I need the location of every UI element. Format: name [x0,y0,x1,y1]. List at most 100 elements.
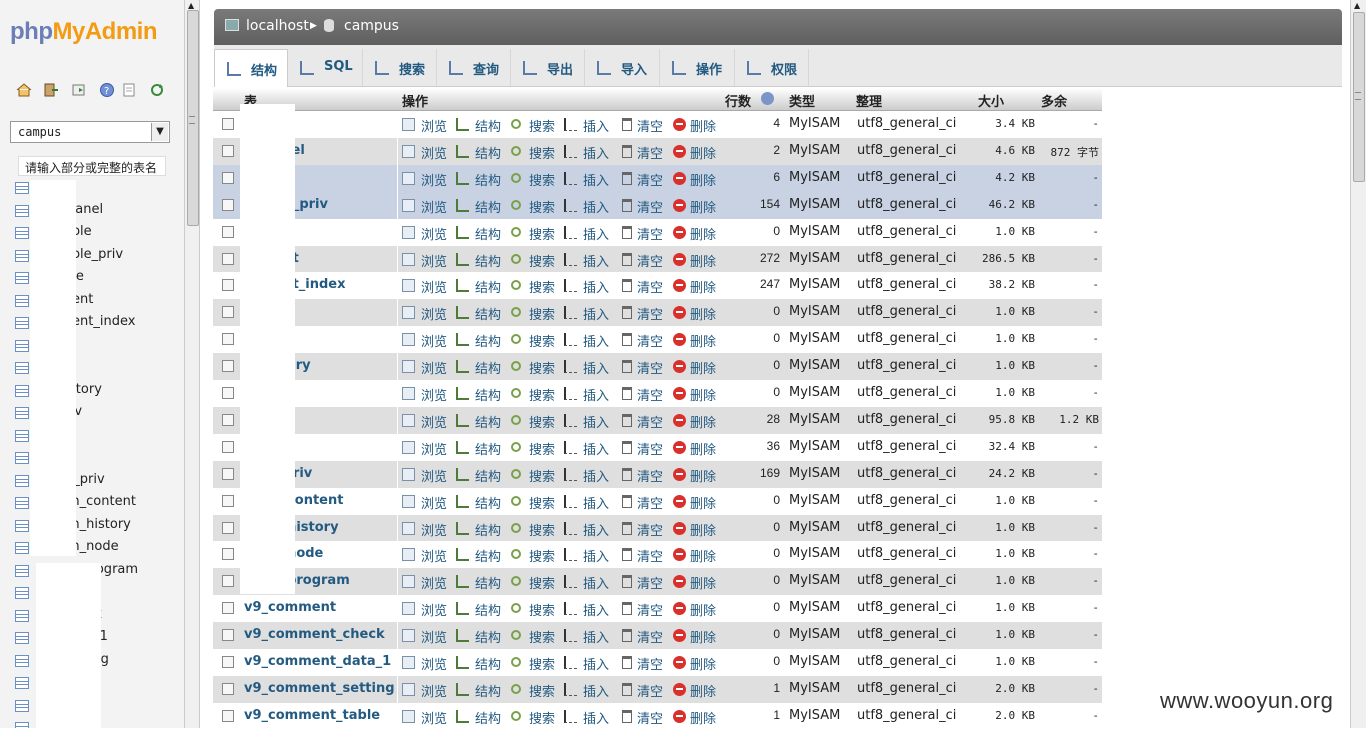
empty-icon[interactable] [622,387,632,400]
insert-icon[interactable] [564,575,577,589]
empty-icon[interactable] [622,682,632,696]
insert-icon[interactable] [564,467,577,481]
insert-action[interactable]: 插入 [583,600,609,619]
drop-action[interactable]: 删除 [690,573,716,592]
row-checkbox[interactable] [222,171,234,184]
search-icon[interactable] [511,253,521,264]
browse-icon[interactable] [402,440,415,454]
structure-icon[interactable] [456,252,469,266]
table-row[interactable]: chment_index浏览结构搜索插入清空删除247MyISAMutf8_ge… [213,272,1102,300]
drop-icon[interactable] [673,279,686,293]
empty-action[interactable]: 清空 [637,170,663,189]
browse-action[interactable]: 浏览 [421,708,447,727]
structure-icon[interactable] [456,118,469,131]
row-checkbox[interactable] [222,494,234,507]
browse-icon[interactable] [402,360,415,374]
database-select[interactable]: campus ▼ [10,121,170,143]
search-icon[interactable] [511,172,521,183]
browse-icon[interactable] [402,548,415,562]
table-icon[interactable] [15,542,29,554]
drop-action[interactable]: 删除 [690,197,716,216]
scroll-up-arrow-icon[interactable]: ▲ [1354,1,1360,10]
drop-icon[interactable] [673,709,686,723]
drop-action[interactable]: 删除 [690,304,716,323]
empty-action[interactable]: 清空 [637,573,663,592]
drop-icon[interactable] [673,387,686,400]
drop-icon[interactable] [673,521,686,535]
table-icon[interactable] [15,227,29,239]
browse-icon[interactable] [402,306,415,320]
drop-icon[interactable] [673,467,686,481]
search-action[interactable]: 搜索 [529,277,555,296]
structure-icon[interactable] [456,656,469,669]
structure-action[interactable]: 结构 [475,600,501,619]
table-row[interactable]: k_history浏览结构搜索插入清空删除0MyISAMutf8_general… [213,353,1102,381]
structure-icon[interactable] [456,548,469,562]
insert-action[interactable]: 插入 [583,520,609,539]
table-icon[interactable] [15,654,29,667]
empty-action[interactable]: 清空 [637,331,663,350]
table-name-link[interactable]: v9_comment_table [244,708,380,723]
nav-table-item[interactable]: nounce [0,268,184,290]
table-icon[interactable] [15,497,29,509]
structure-action[interactable]: 结构 [475,197,501,216]
row-checkbox[interactable] [222,575,234,588]
table-name-link[interactable]: v9_comment_setting [244,681,395,696]
search-icon[interactable] [511,630,521,641]
table-row[interactable]: chment浏览结构搜索插入清空删除272MyISAMutf8_general_… [213,245,1102,273]
row-checkbox[interactable] [222,252,234,265]
drop-action[interactable]: 删除 [690,358,716,377]
empty-action[interactable]: 清空 [637,708,663,727]
search-icon[interactable] [511,576,521,587]
table-size[interactable]: 1.0 KB [963,547,1035,560]
search-action[interactable]: 搜索 [529,493,555,512]
table-icon[interactable] [15,204,29,217]
browse-action[interactable]: 浏览 [421,546,447,565]
browse-icon[interactable] [402,118,415,131]
table-name-link[interactable]: v9_comment_data_1 [244,654,391,669]
nav-table-item[interactable]: lection_node [0,538,184,560]
structure-action[interactable]: 结构 [475,143,501,162]
browse-icon[interactable] [402,171,415,185]
table-size[interactable]: 1.0 KB [963,521,1035,534]
search-action[interactable]: 搜索 [529,627,555,646]
insert-icon[interactable] [564,225,577,239]
insert-action[interactable]: 插入 [583,385,609,404]
drop-action[interactable]: 删除 [690,466,716,485]
empty-icon[interactable] [622,629,632,643]
browse-icon[interactable] [402,494,415,508]
drop-icon[interactable] [673,252,686,266]
drop-icon[interactable] [673,144,686,158]
browse-icon[interactable] [402,225,415,239]
table-icon[interactable] [15,632,29,644]
table-size[interactable]: 2.0 KB [963,709,1035,722]
table-name-link[interactable]: v9_comment_check [244,627,385,642]
insert-icon[interactable] [564,118,577,131]
browse-icon[interactable] [402,279,415,293]
table-size[interactable]: 1.0 KB [963,225,1035,238]
table-row[interactable]: in_panel浏览结构搜索插入清空删除2MyISAMutf8_general_… [213,137,1102,165]
table-row[interactable]: in浏览结构搜索插入清空删除4MyISAMutf8_general_ci3.4 … [213,111,1102,138]
search-action[interactable]: 搜索 [529,546,555,565]
insert-icon[interactable] [564,709,577,723]
nav-table-item[interactable]: ck_priv [0,403,184,425]
search-icon[interactable] [511,280,521,291]
search-action[interactable]: 搜索 [529,412,555,431]
nav-table-item[interactable]: dword [0,336,184,358]
row-checkbox[interactable] [222,629,234,642]
insert-action[interactable]: 插入 [583,116,609,135]
drop-icon[interactable] [673,198,686,212]
table-row[interactable]: in_role浏览结构搜索插入清空删除6MyISAMutf8_general_c… [213,164,1102,192]
col-overhead-header[interactable]: 多余 [1041,91,1067,110]
tab-7[interactable]: 操作 [660,49,735,86]
row-checkbox[interactable] [222,548,234,561]
drop-action[interactable]: 删除 [690,627,716,646]
drop-action[interactable]: 删除 [690,520,716,539]
table-size[interactable]: 286.5 KB [963,252,1035,265]
table-icon[interactable] [15,339,29,352]
table-icon[interactable] [15,564,29,577]
browse-action[interactable]: 浏览 [421,197,447,216]
browse-action[interactable]: 浏览 [421,358,447,377]
insert-icon[interactable] [564,333,577,347]
row-checkbox[interactable] [222,225,234,238]
